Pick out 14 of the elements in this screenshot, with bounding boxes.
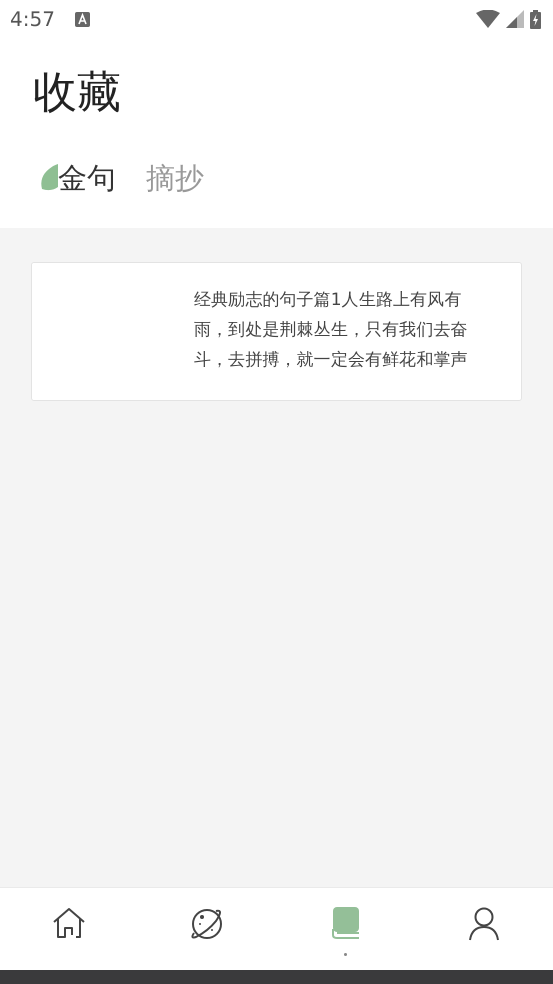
signal-icon [506,10,524,28]
planet-icon [190,907,224,941]
quote-card[interactable]: 经典励志的句子篇1人生路上有风有雨，到处是荆棘丛生，只有我们去奋斗，去拼搏，就一定会有鲜花和掌声 [31,262,522,401]
quote-text: 经典励志的句子篇1人生路上有风有雨，到处是荆棘丛生，只有我们去奋斗，去拼搏，就一定会有鲜花和掌声 [194,289,469,372]
battery-icon [530,10,541,28]
book-icon [332,907,360,939]
indicator-dot [344,953,348,956]
page-title: 收藏 [33,66,121,120]
clock: 4:57 [10,7,55,31]
notification-icon [74,12,90,26]
tab[interactable]: 金句 [58,159,116,197]
wifi-icon [476,10,500,28]
profile-icon [468,907,500,941]
home-icon [52,907,86,939]
